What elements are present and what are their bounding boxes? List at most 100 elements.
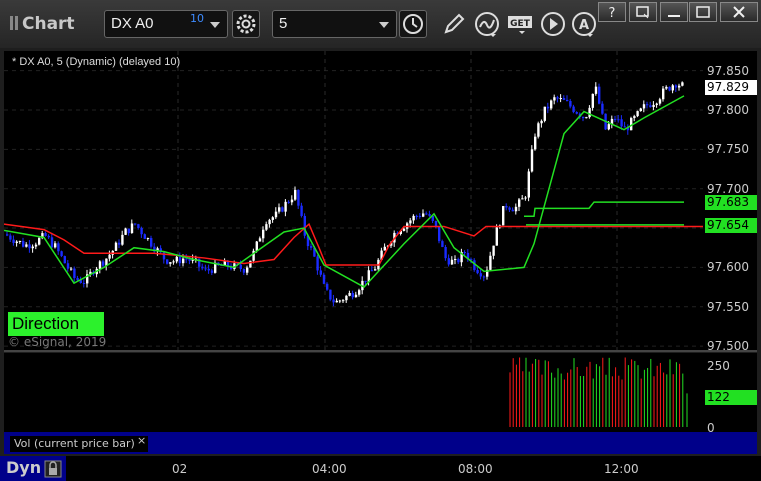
clock-icon [403,14,423,34]
candle-body [534,136,537,150]
candle-body [316,256,319,271]
candle-body [201,266,204,269]
maximize-button[interactable] [689,2,717,22]
candle-body [418,215,422,217]
candle-body [415,215,418,217]
text-tool-button[interactable]: A [570,10,598,38]
candle-body [591,93,594,108]
candle-body [281,207,284,212]
candle-body [140,227,143,235]
candle-body [623,126,626,128]
chevron-down-icon[interactable] [379,22,389,28]
candle-body [502,206,505,226]
candle-body [447,258,450,265]
symbol-value: DX A0 [111,15,154,32]
candle-body [146,238,150,240]
candle-body [25,244,28,247]
restore-window-icon [636,6,649,19]
time-button[interactable] [399,10,427,38]
interval-value: 5 [279,15,288,32]
candle-body [383,246,386,251]
time-axis[interactable]: Dyn 02 04:00 08:00 12:00 [0,456,761,481]
play-button[interactable] [539,10,567,38]
lock-icon[interactable] [44,460,62,478]
price-axis-tick: 97.800 [707,103,749,117]
draw-button[interactable] [440,10,468,38]
candle-body [652,104,655,108]
question-icon: ? [609,6,616,21]
candle-body [127,228,130,234]
studies-button[interactable] [473,10,501,38]
pane-divider[interactable] [4,350,757,352]
price-axis[interactable]: 97.85097.80097.75097.70097.65097.60097.5… [703,51,757,353]
window-title: Chart [10,14,75,34]
candle-body [588,107,591,118]
volume-study-label[interactable]: Vol (current price bar) [10,436,148,452]
interval-field[interactable]: 5 [272,10,397,38]
help-button[interactable]: ? [598,2,626,22]
candle-body [530,149,534,172]
candle-body [636,111,639,117]
dyn-panel[interactable]: Dyn [0,456,66,481]
symbol-field[interactable]: DX A0 10 [104,10,228,38]
candle-body [38,238,41,245]
restore-button[interactable] [629,2,657,22]
candle-body [409,220,412,224]
candle-body [524,197,527,199]
candle-body [130,223,134,234]
candle-body [620,119,623,127]
candle-body [441,241,444,248]
candle-body [479,273,482,277]
get-data-icon: GET [508,16,532,34]
candle-body [169,262,172,264]
close-study-icon[interactable]: × [137,434,146,447]
candle-body [108,254,111,259]
candle-body [559,98,562,100]
study-label: * DX A0, 5 (Dynamic) (delayed 10) [12,56,181,68]
candle-body [639,108,642,112]
candle-body [550,100,553,109]
minimize-icon [668,15,680,17]
candle-body [511,209,514,212]
candle-body [594,86,598,94]
candle-body [678,85,681,88]
candle-body [47,235,50,238]
candle-body [66,263,70,269]
candle-body [335,300,338,303]
volume-axis[interactable]: 250 122 0 [703,353,757,435]
price-pane[interactable]: * DX A0, 5 (Dynamic) (delayed 10) Direct… [4,51,703,350]
direction-label[interactable]: Direction [8,312,104,336]
candle-body [514,206,518,212]
candle-body [556,97,559,99]
candle-body [607,124,610,130]
candle-body [124,228,127,235]
green-step-line [524,201,684,217]
candle-body [546,106,550,109]
candle-body [601,103,604,114]
green-line-upper-tag: 97.683 [705,195,757,211]
candle-body [290,199,294,203]
red-trend-line [4,222,703,266]
price-axis-tick: 97.600 [707,260,749,275]
candle-body [6,234,9,236]
candle-body [489,255,492,270]
candle-body [476,269,479,274]
candle-body [681,82,684,86]
candle-body [297,189,300,206]
candle-body [9,235,12,240]
candle-body [454,259,457,261]
candle-body [98,261,102,269]
get-data-button[interactable]: GET [507,10,535,38]
candle-body [210,270,214,273]
chevron-down-icon[interactable] [210,22,220,28]
candle-body [457,259,460,263]
dyn-label: Dyn [6,458,42,477]
minimize-button[interactable] [660,2,688,22]
close-button[interactable] [720,2,758,22]
candle-body [572,106,575,113]
candle-body [284,201,287,212]
volume-pane[interactable] [4,353,703,432]
candle-body [505,206,508,208]
candle-body [242,269,246,273]
settings-button[interactable] [232,10,260,38]
